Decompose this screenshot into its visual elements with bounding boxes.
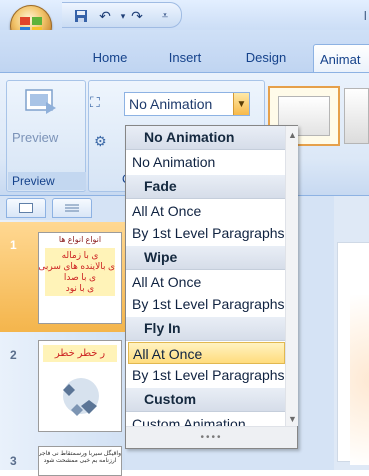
slide1-line-2: ی بالاینده های سربی — [38, 261, 115, 271]
slides-tab-icon — [19, 203, 33, 213]
slide1-line-1: ی با زماله — [61, 250, 99, 260]
slide3-line-1: واقیگل سیربا ورسمتقاط نی فاجی نداید باشن… — [38, 451, 121, 457]
section-header-custom: Custom — [126, 388, 285, 412]
slide-thumbnail-1[interactable]: انواع انواع ها ی با زماله ی بالاینده های… — [38, 232, 122, 324]
slide-number-2: 2 — [10, 348, 17, 362]
slide3-line-2: ارزنامه بم خبی ممشحت شود — [43, 458, 117, 464]
scroll-down-icon[interactable]: ▼ — [286, 412, 299, 426]
option-no-animation[interactable]: No Animation — [128, 151, 285, 173]
save-icon[interactable] — [72, 7, 90, 25]
slide-thumbnail-2[interactable]: ر خطر خطر — [38, 340, 122, 432]
option-fly-in-by-paragraph[interactable]: By 1st Level Paragraphs — [128, 364, 285, 386]
scroll-up-icon[interactable]: ▲ — [286, 128, 299, 142]
tab-animations-label: Animat — [320, 52, 361, 67]
slide-number-1: 1 — [10, 238, 17, 252]
tab-home[interactable]: Home — [86, 50, 134, 72]
section-header-no-animation: No Animation — [126, 126, 285, 150]
dropdown-scrollbar[interactable]: ▲ ▼ — [285, 126, 298, 426]
slide2-title: ر خطر خطر — [43, 345, 117, 362]
option-fade-by-paragraph[interactable]: By 1st Level Paragraphs — [128, 222, 285, 244]
option-wipe-all-at-once[interactable]: All At Once — [128, 271, 285, 293]
slide1-body: ی با زماله ی بالاینده های سربی ی با صدا … — [38, 248, 115, 296]
window-title: ا — [363, 9, 367, 23]
outline-tab-icon — [65, 204, 79, 212]
slide-thumbnail-3[interactable]: واقیگل سیربا ورسمتقاط نی فاجی نداید باشن… — [38, 446, 122, 476]
tab-animations[interactable]: Animat — [313, 44, 369, 74]
option-fade-all-at-once[interactable]: All At Once — [128, 200, 285, 222]
preview-icon[interactable] — [24, 88, 58, 118]
slide1-line-3: ی با صدا — [63, 272, 97, 282]
pane-tabs — [2, 198, 122, 220]
slide1-title: انواع انواع ها — [58, 235, 102, 244]
resize-grip-icon[interactable]: •••• — [126, 426, 297, 448]
section-header-fade: Fade — [126, 175, 285, 199]
option-fly-in-all-at-once[interactable]: All At Once — [128, 342, 285, 364]
customize-qat-icon[interactable]: ⩡ — [156, 7, 174, 25]
undo-icon[interactable]: ↶ — [96, 7, 114, 25]
slide-background-graphic — [350, 295, 369, 465]
animate-combo[interactable]: No Animation ▼ — [124, 92, 250, 116]
slide1-line-4: ی با نود — [65, 283, 95, 293]
outline-tab[interactable] — [52, 198, 92, 218]
slides-tab[interactable] — [6, 198, 46, 218]
section-header-fly-in: Fly In — [126, 317, 285, 341]
tab-insert[interactable]: Insert — [160, 50, 210, 72]
animate-dropdown-list: No Animation No Animation Fade All At On… — [125, 125, 298, 449]
animate-icon: ⛶ — [90, 94, 100, 110]
chevron-down-icon[interactable]: ▼ — [233, 93, 249, 115]
custom-animation-icon[interactable]: ⚙ — [94, 133, 116, 151]
preview-group-label: Preview — [8, 172, 86, 190]
animate-combo-value: No Animation — [129, 96, 213, 112]
slide-number-3: 3 — [10, 454, 17, 468]
section-header-wipe: Wipe — [126, 246, 285, 270]
slide2-gear-graphic — [63, 378, 99, 416]
redo-icon[interactable]: ↷ — [128, 7, 146, 25]
transition-thumbnail[interactable] — [344, 88, 369, 144]
tab-design[interactable]: Design — [238, 50, 294, 72]
preview-button[interactable]: Preview — [12, 130, 58, 145]
option-wipe-by-paragraph[interactable]: By 1st Level Paragraphs — [128, 293, 285, 315]
